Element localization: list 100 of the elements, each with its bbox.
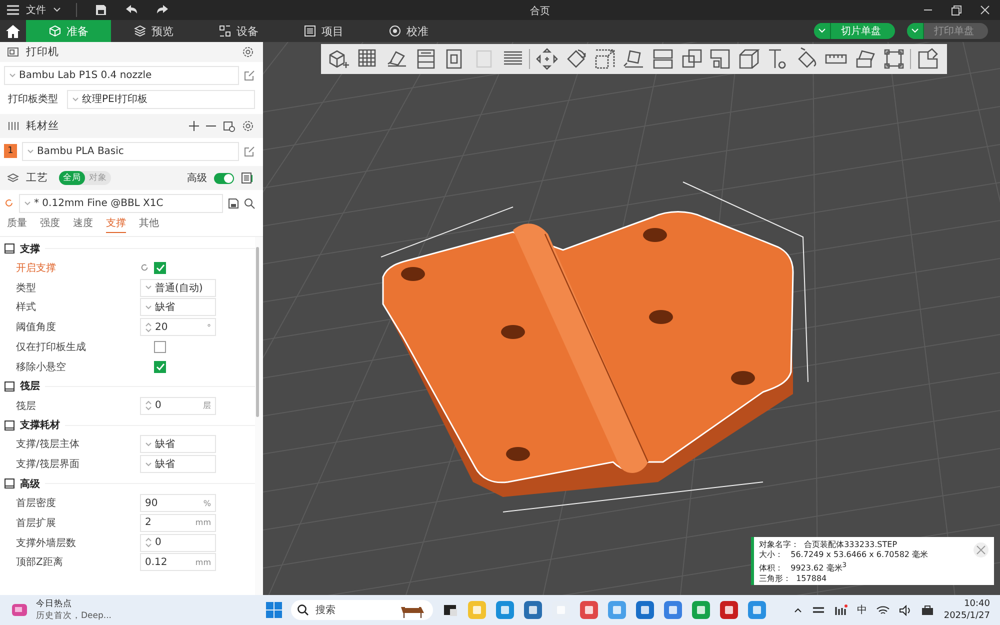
cube-icon (48, 25, 60, 37)
box-icon[interactable] (737, 47, 762, 71)
close-icon[interactable] (980, 5, 990, 15)
scale-icon[interactable] (593, 47, 618, 71)
filament-icon (7, 121, 19, 131)
setting-label: 支撑外墙层数 (16, 536, 77, 550)
section-title: 高级 (20, 477, 40, 491)
restore-icon[interactable] (951, 4, 962, 16)
setting-dropdown[interactable]: 缺省 (140, 435, 216, 454)
news-widget-icon[interactable] (10, 601, 30, 619)
list-icon (304, 25, 316, 37)
checkbox[interactable] (154, 360, 166, 373)
start-icon[interactable] (265, 601, 284, 619)
filament-dropdown[interactable]: Bambu PLA Basic (22, 142, 239, 160)
plate-type-dropdown[interactable]: 纹理PEI打印板 (67, 90, 255, 108)
chevron-down-icon[interactable] (52, 6, 62, 14)
chevron-down-icon (27, 148, 34, 154)
undo-icon[interactable] (125, 4, 138, 16)
setting-field[interactable]: 2 mm (140, 514, 216, 532)
split-icon[interactable] (650, 47, 675, 71)
edit-icon[interactable] (244, 146, 255, 156)
checkbox[interactable] (154, 262, 166, 274)
settings-tab[interactable]: 强度 (40, 216, 60, 232)
hinge-model-drawing[interactable] (380, 182, 808, 512)
checkbox[interactable] (154, 341, 166, 354)
chevron-down-icon (145, 285, 152, 290)
search-icon[interactable] (244, 198, 255, 208)
setting-label: 类型 (16, 282, 37, 295)
main-tab[interactable]: 校准 (366, 20, 451, 42)
setting-label: 支撑/筏层主体 (16, 438, 80, 452)
setting-label: 首层扩展 (16, 516, 57, 530)
frame-icon[interactable] (882, 47, 906, 71)
section-title: 打印机 (26, 45, 59, 59)
printer-icon (7, 46, 19, 58)
advanced-switch[interactable] (214, 172, 234, 184)
clock-date[interactable]: 2025/1/27 (944, 610, 990, 622)
news-text[interactable]: 历史首次，Deep... (36, 610, 112, 622)
save-icon[interactable] (228, 198, 239, 208)
advanced-label: 高级 (187, 172, 207, 185)
setting-label: 支撑/筏层界面 (16, 458, 80, 472)
setting-dropdown[interactable]: 普通(自动) (140, 278, 216, 297)
reset-icon[interactable] (4, 198, 14, 208)
file-menu[interactable]: 文件 (26, 3, 46, 17)
search-field[interactable]: 搜索 (291, 600, 434, 620)
setting-field[interactable]: 0.12 mm (140, 553, 216, 572)
section-title: 工艺 (26, 171, 48, 185)
settings-tab[interactable]: 速度 (73, 216, 93, 232)
chevron-down-icon (145, 462, 152, 467)
chevron-down-icon (24, 200, 31, 206)
add-icon[interactable] (189, 121, 199, 131)
news-title[interactable]: 今日热点 (36, 598, 112, 610)
home-icon[interactable] (6, 24, 20, 38)
battery-icon[interactable] (920, 604, 935, 616)
scrollbar-thumb[interactable] (256, 247, 259, 417)
settings-tab[interactable]: 质量 (7, 216, 27, 232)
chevron-down-icon (72, 96, 79, 102)
setting-dropdown[interactable]: 缺省 (140, 298, 216, 316)
setting-label: 仅在打印板生成 (16, 340, 87, 354)
puzzle-icon[interactable] (916, 47, 940, 71)
setting-label: 筏层 (16, 400, 37, 413)
redo-icon[interactable] (156, 4, 169, 16)
move-icon[interactable] (535, 47, 560, 71)
section-title: 筏层 (20, 380, 40, 394)
setting-dropdown[interactable]: 缺省 (140, 455, 216, 474)
setting-label: 样式 (16, 300, 37, 314)
info-line: 三角形： 157884 (759, 574, 828, 584)
main-tab[interactable]: 设备 (196, 20, 281, 42)
3d-viewport[interactable]: 对象名字： 合页装配体333233.STEP 大小： 56.7249 x 53.6466 x 6.70582 毫米 体积： 9923.62 毫米$^{3}$ 三角形： 157884 (263, 42, 1000, 595)
main-tab[interactable]: 预览 (111, 20, 196, 42)
device-icon (218, 25, 230, 37)
settings-icon[interactable] (242, 46, 254, 58)
save-icon[interactable] (95, 4, 107, 16)
chevron-up-icon[interactable] (792, 606, 803, 614)
meter-icon[interactable] (834, 604, 848, 616)
volume-icon[interactable] (898, 604, 912, 616)
menu-icon[interactable] (6, 4, 20, 16)
setting-field[interactable]: 0 层 (140, 396, 216, 415)
setting-label: 开启支撑 (16, 262, 57, 275)
input-method-indicator[interactable]: 中 (856, 603, 867, 617)
settings-icon[interactable] (242, 120, 254, 132)
printer-dropdown[interactable]: Bambu Lab P1S 0.4 nozzle (4, 66, 239, 84)
sliders-icon[interactable] (812, 605, 825, 615)
chevron-down-icon (145, 304, 152, 310)
section-title: 支撑 (20, 242, 40, 256)
setting-field[interactable]: 0 (140, 534, 216, 552)
chevron-down-icon (9, 72, 16, 78)
clock-time[interactable]: 10:40 (964, 598, 990, 610)
wifi-icon[interactable] (876, 604, 890, 616)
setting-field[interactable]: 90 % (140, 494, 216, 512)
setting-label: 阈值角度 (16, 320, 57, 334)
filament-color-swatch[interactable]: 1 (4, 144, 17, 158)
process-preset-dropdown[interactable]: * 0.12mm Fine @BBL X1C (19, 194, 223, 212)
search-icon[interactable] (297, 604, 310, 616)
reset-icon[interactable] (140, 263, 149, 272)
main-tab[interactable]: 项目 (281, 20, 366, 42)
list-icon[interactable] (241, 172, 254, 184)
setting-field[interactable]: 20 ° (140, 318, 216, 336)
section-title: 支撑耗材 (20, 418, 60, 432)
edit-icon[interactable] (244, 70, 255, 80)
settings-tab[interactable]: 其他 (139, 216, 159, 232)
